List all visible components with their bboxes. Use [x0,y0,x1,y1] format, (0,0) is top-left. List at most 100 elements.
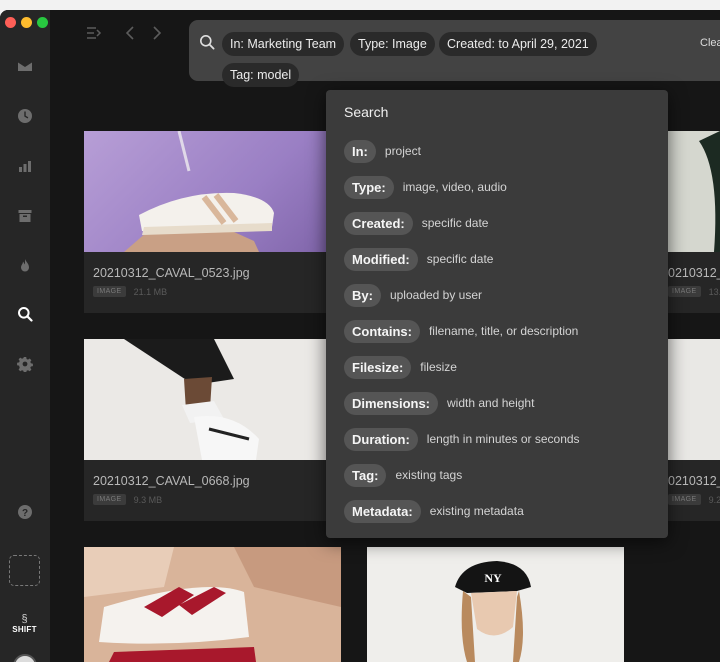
search-operator-duration[interactable]: Duration: length in minutes or seconds [344,427,580,451]
gear-icon [17,357,33,372]
close-window-button[interactable] [5,17,16,28]
operator-description: project [384,144,421,158]
sidebar-item-search[interactable] [12,301,38,327]
search-icon [200,35,215,50]
add-workspace-dropzone[interactable] [9,555,40,586]
operator-key: Filesize: [344,355,412,379]
asset-size: 9.2 [708,494,720,505]
operator-key: By: [344,283,381,307]
popover-title: Search [344,104,389,120]
search-operator-by[interactable]: By: uploaded by user [344,283,482,307]
collapse-sidebar-icon[interactable] [86,26,102,44]
sidebar-item-recent[interactable] [12,103,38,129]
asset-filename: 20210312_CAVAL_0668.jpg [93,474,250,488]
asset-type-badge: IMAGE [668,494,701,505]
sidebar-item-trending[interactable] [12,253,38,279]
operator-key: Metadata: [344,499,421,523]
asset-thumbnail [84,339,341,460]
sidebar-item-settings[interactable] [12,351,38,377]
filter-chip-in[interactable]: In: Marketing Team [222,32,345,56]
shift-glyph-icon: § [21,613,28,625]
filter-chip-created[interactable]: Created: to April 29, 2021 [439,32,597,56]
clock-icon [18,109,32,123]
asset-type-badge: IMAGE [668,286,701,297]
asset-filename: 0210312_ [668,266,720,280]
search-operator-filesize[interactable]: Filesize: filesize [344,355,457,379]
asset-card[interactable]: 0210312_ IMAGE 13.1 [659,131,720,313]
search-bar[interactable]: In: Marketing Team Type: Image Created: … [189,20,720,87]
asset-card[interactable]: 20210312_CAVAL_0668.jpg IMAGE 9.3 MB [84,339,341,521]
operator-key: Dimensions: [344,391,439,415]
operator-description: image, video, audio [402,180,507,194]
search-operator-metadata[interactable]: Metadata: existing metadata [344,499,524,523]
svg-text:?: ? [22,508,28,519]
search-operator-tag[interactable]: Tag: existing tags [344,463,462,487]
search-help-popover: Search In: project Type: image, video, a… [326,90,668,538]
asset-card[interactable]: 20210312_CAVAL_0523.jpg IMAGE 21.1 MB [84,131,341,313]
clear-button[interactable]: Clea [700,37,720,49]
bar-chart-icon [19,161,31,172]
filter-chip-tag[interactable]: Tag: model [222,63,300,87]
flame-icon [21,259,29,272]
search-operator-created[interactable]: Created: specific date [344,211,488,235]
operator-description: specific date [426,252,494,266]
search-operator-modified[interactable]: Modified: specific date [344,247,493,271]
search-operator-dimensions[interactable]: Dimensions: width and height [344,391,534,415]
search-operator-in[interactable]: In: project [344,139,421,163]
operator-key: Contains: [344,319,420,343]
search-operator-type[interactable]: Type: image, video, audio [344,175,507,199]
operator-description: existing metadata [429,504,524,518]
operator-key: Tag: [344,463,387,487]
maximize-window-button[interactable] [37,17,48,28]
sidebar-item-archive[interactable] [12,203,38,229]
asset-thumbnail [659,339,720,460]
sidebar-item-analytics[interactable] [12,153,38,179]
operator-description: width and height [447,396,535,410]
asset-card[interactable]: 0210312_ IMAGE 9.2 [659,339,720,521]
avatar[interactable] [13,654,37,662]
asset-thumbnail [659,131,720,252]
back-arrow-icon[interactable] [125,26,135,44]
window-controls [5,17,48,28]
operator-key: Modified: [344,247,418,271]
sidebar: ? § SHIFT [0,10,50,662]
shift-logo[interactable]: § SHIFT [9,606,40,635]
asset-card[interactable] [84,547,341,662]
asset-meta: IMAGE 21.1 MB [93,286,167,297]
inbox-icon [18,61,32,71]
operator-description: uploaded by user [389,288,483,302]
asset-filename: 20210312_CAVAL_0523.jpg [93,266,250,280]
operator-description: specific date [421,216,489,230]
operator-description: length in minutes or seconds [426,432,580,446]
sidebar-item-inbox[interactable] [12,53,38,79]
asset-meta: IMAGE 13.1 [668,286,720,297]
svg-text:NY: NY [484,571,502,585]
operator-key: Created: [344,211,413,235]
operator-key: In: [344,139,376,163]
asset-thumbnail [84,547,341,662]
archive-icon [18,210,32,222]
operator-key: Type: [344,175,394,199]
search-operator-contains[interactable]: Contains: filename, title, or descriptio… [344,319,578,343]
asset-thumbnail: NY [367,547,624,662]
asset-type-badge: IMAGE [93,494,126,505]
operator-description: filename, title, or description [428,324,579,338]
asset-meta: IMAGE 9.2 [668,494,720,505]
asset-size: 13.1 [708,286,720,297]
forward-arrow-icon[interactable] [152,26,162,44]
filter-chip-type[interactable]: Type: Image [350,32,435,56]
shift-logo-label: SHIFT [12,625,37,634]
asset-type-badge: IMAGE [93,286,126,297]
minimize-window-button[interactable] [21,17,32,28]
app-window: ? § SHIFT In: Marketing Team Type: Image… [0,10,720,662]
asset-filename: 0210312_ [668,474,720,488]
asset-size: 21.1 MB [133,286,168,297]
asset-size: 9.3 MB [133,494,163,505]
operator-description: filesize [420,360,457,374]
search-icon [18,307,33,322]
sidebar-item-help[interactable]: ? [12,499,38,525]
asset-meta: IMAGE 9.3 MB [93,494,162,505]
asset-card[interactable]: NY [367,547,624,662]
asset-thumbnail [84,131,341,252]
help-icon: ? [18,505,32,519]
